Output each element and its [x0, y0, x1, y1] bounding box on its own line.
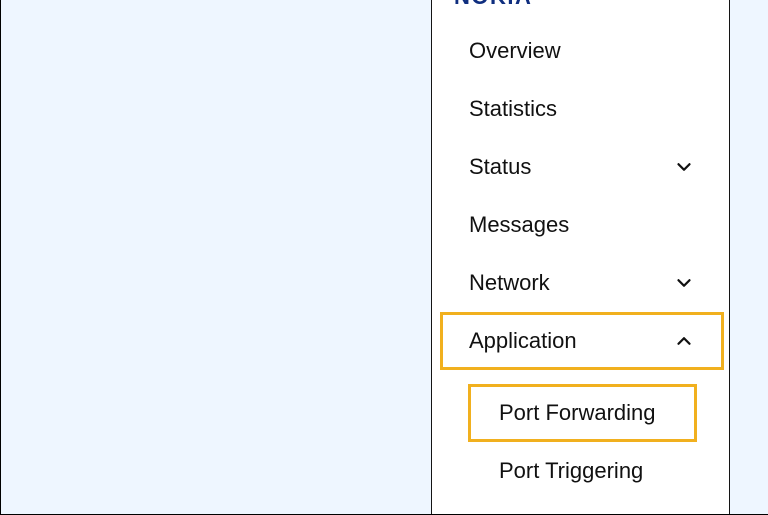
- nav-label-network: Network: [469, 270, 550, 296]
- nav-label-messages: Messages: [469, 212, 569, 238]
- nav-label-status: Status: [469, 154, 531, 180]
- sub-label-port-triggering: Port Triggering: [499, 458, 643, 484]
- nav-label-statistics: Statistics: [469, 96, 557, 122]
- viewport: NOKIA Overview Statistics Status Message…: [0, 0, 768, 515]
- nav-item-messages[interactable]: Messages: [440, 196, 724, 254]
- left-pane: [0, 0, 432, 514]
- chevron-down-icon: [673, 272, 695, 294]
- nav-item-network[interactable]: Network: [440, 254, 724, 312]
- nav-menu: Overview Statistics Status Messages Netw…: [432, 22, 729, 514]
- chevron-down-icon: [673, 156, 695, 178]
- chevron-up-icon: [673, 330, 695, 352]
- sub-label-port-forwarding: Port Forwarding: [499, 400, 656, 426]
- side-navigation-panel: NOKIA Overview Statistics Status Message…: [432, 0, 730, 514]
- right-gutter: [730, 0, 768, 514]
- application-submenu: Port Forwarding Port Triggering NTP: [432, 384, 729, 514]
- nav-label-application: Application: [469, 328, 577, 354]
- nav-item-application[interactable]: Application: [440, 312, 724, 370]
- nav-label-overview: Overview: [469, 38, 561, 64]
- sub-item-port-forwarding[interactable]: Port Forwarding: [468, 384, 697, 442]
- sub-item-port-triggering[interactable]: Port Triggering: [468, 442, 697, 500]
- nav-item-status[interactable]: Status: [440, 138, 724, 196]
- sub-item-ntp[interactable]: NTP: [468, 500, 697, 514]
- brand-logo: NOKIA: [454, 0, 532, 10]
- nav-item-overview[interactable]: Overview: [440, 22, 724, 80]
- nav-item-statistics[interactable]: Statistics: [440, 80, 724, 138]
